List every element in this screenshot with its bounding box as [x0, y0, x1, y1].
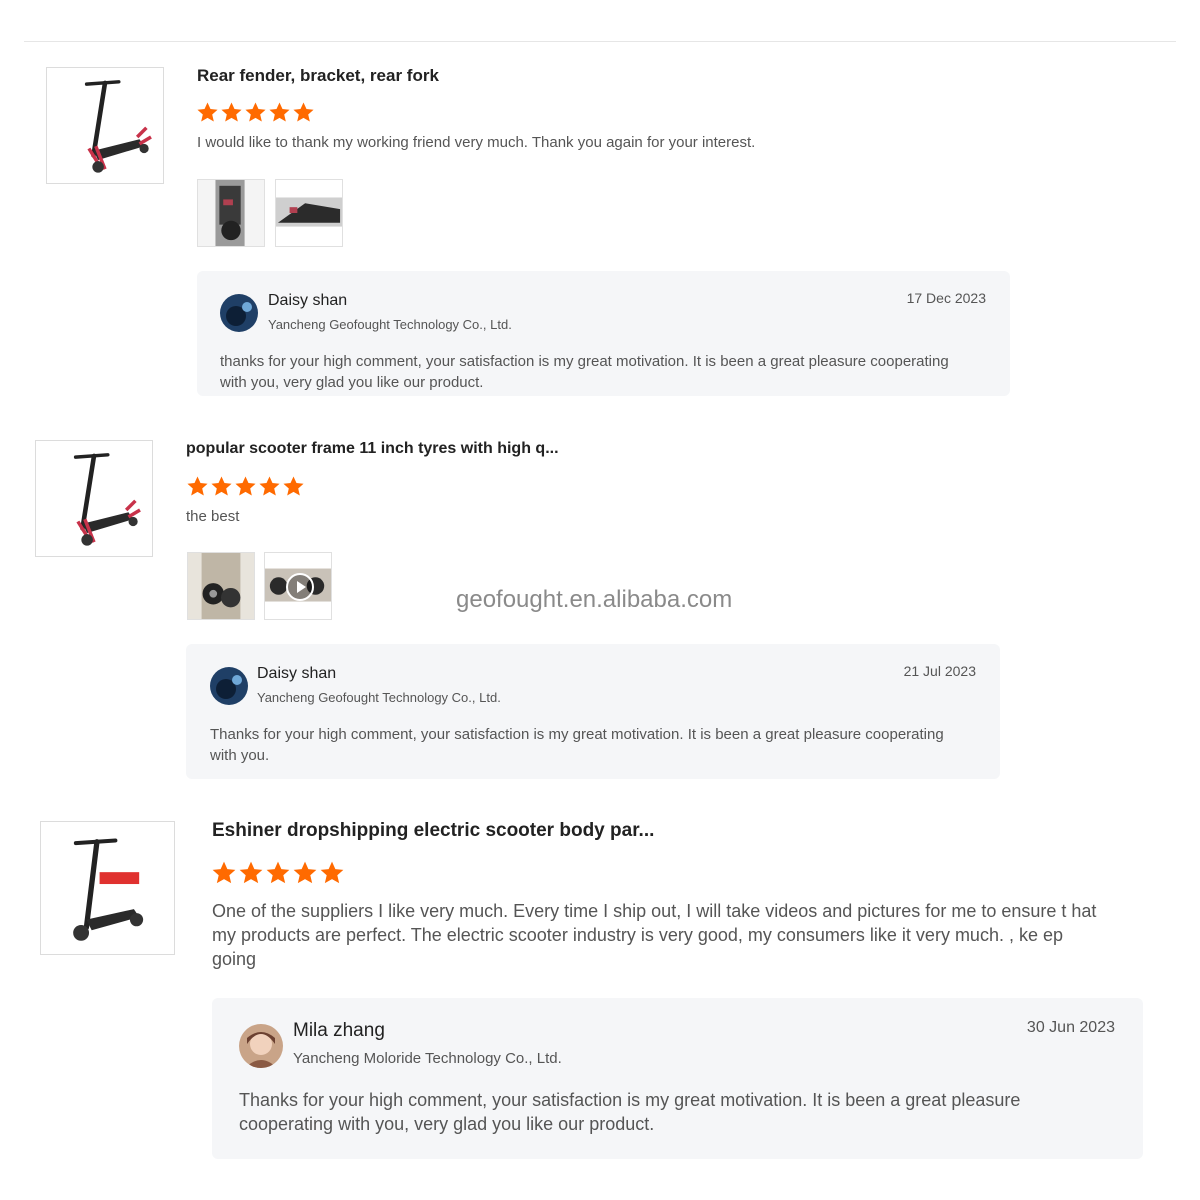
star-icon	[234, 475, 257, 498]
reply-text: Thanks for your high comment, your satis…	[239, 1090, 1021, 1134]
star-icon	[210, 475, 233, 498]
photo-image	[276, 180, 342, 246]
watermark: geofought.en.alibaba.com	[456, 586, 733, 613]
reply-date: 17 Dec 2023	[906, 290, 986, 306]
photo-image	[188, 553, 254, 619]
product-title[interactable]: popular scooter frame 11 inch tyres with…	[186, 440, 559, 458]
reply-date: 30 Jun 2023	[1026, 1019, 1115, 1036]
reply-company: Yancheng Moloride Technology Co., Ltd.	[293, 1050, 562, 1067]
photo-image	[198, 180, 264, 246]
star-icon	[244, 101, 267, 124]
avatar	[220, 294, 258, 332]
reply-text: thanks for your high comment, your satis…	[220, 353, 949, 391]
top-divider	[24, 41, 1176, 42]
avatar	[210, 667, 248, 705]
review-video[interactable]	[264, 552, 332, 620]
product-title[interactable]: Rear fender, bracket, rear fork	[197, 66, 439, 86]
product-title[interactable]: Eshiner dropshipping electric scooter bo…	[212, 820, 654, 842]
scooter-image	[41, 822, 174, 954]
review-photo[interactable]	[187, 552, 255, 620]
star-icon	[186, 475, 209, 498]
scooter-image	[36, 441, 152, 556]
reply-name: Daisy shan	[257, 665, 337, 682]
seller-reply: Mila zhang Yancheng Moloride Technology …	[212, 998, 1143, 1159]
star-icon	[258, 475, 281, 498]
review-photo[interactable]	[197, 179, 265, 247]
star-icon	[238, 860, 264, 886]
reply-text: Thanks for your high comment, your satis…	[210, 726, 944, 764]
seller-reply: Daisy shan Yancheng Geofought Technology…	[186, 644, 1000, 779]
star-icon	[319, 860, 345, 886]
product-thumbnail[interactable]	[35, 440, 153, 557]
star-icon	[282, 475, 305, 498]
star-icon	[292, 101, 315, 124]
reply-date: 21 Jul 2023	[903, 663, 976, 679]
star-icon	[268, 101, 291, 124]
star-icon	[292, 860, 318, 886]
star-icon	[211, 860, 237, 886]
reply-name: Mila zhang	[293, 1020, 385, 1041]
review-text: One of the suppliers I like very much. E…	[212, 901, 1097, 969]
reply-name: Daisy shan	[268, 292, 348, 309]
reply-company: Yancheng Geofought Technology Co., Ltd.	[257, 690, 501, 705]
avatar	[239, 1024, 283, 1068]
play-icon	[286, 573, 314, 601]
review-text: I would like to thank my working friend …	[197, 134, 756, 151]
product-thumbnail[interactable]	[46, 67, 164, 184]
star-rating	[211, 860, 345, 886]
seller-reply: Daisy shan Yancheng Geofought Technology…	[197, 271, 1010, 396]
review-photo[interactable]	[275, 179, 343, 247]
star-icon	[265, 860, 291, 886]
scooter-image	[47, 68, 163, 183]
review-text: the best	[186, 508, 240, 525]
star-icon	[220, 101, 243, 124]
star-rating	[186, 475, 305, 498]
product-thumbnail[interactable]	[40, 821, 175, 955]
star-rating	[196, 101, 315, 124]
reply-company: Yancheng Geofought Technology Co., Ltd.	[268, 317, 512, 332]
star-icon	[196, 101, 219, 124]
